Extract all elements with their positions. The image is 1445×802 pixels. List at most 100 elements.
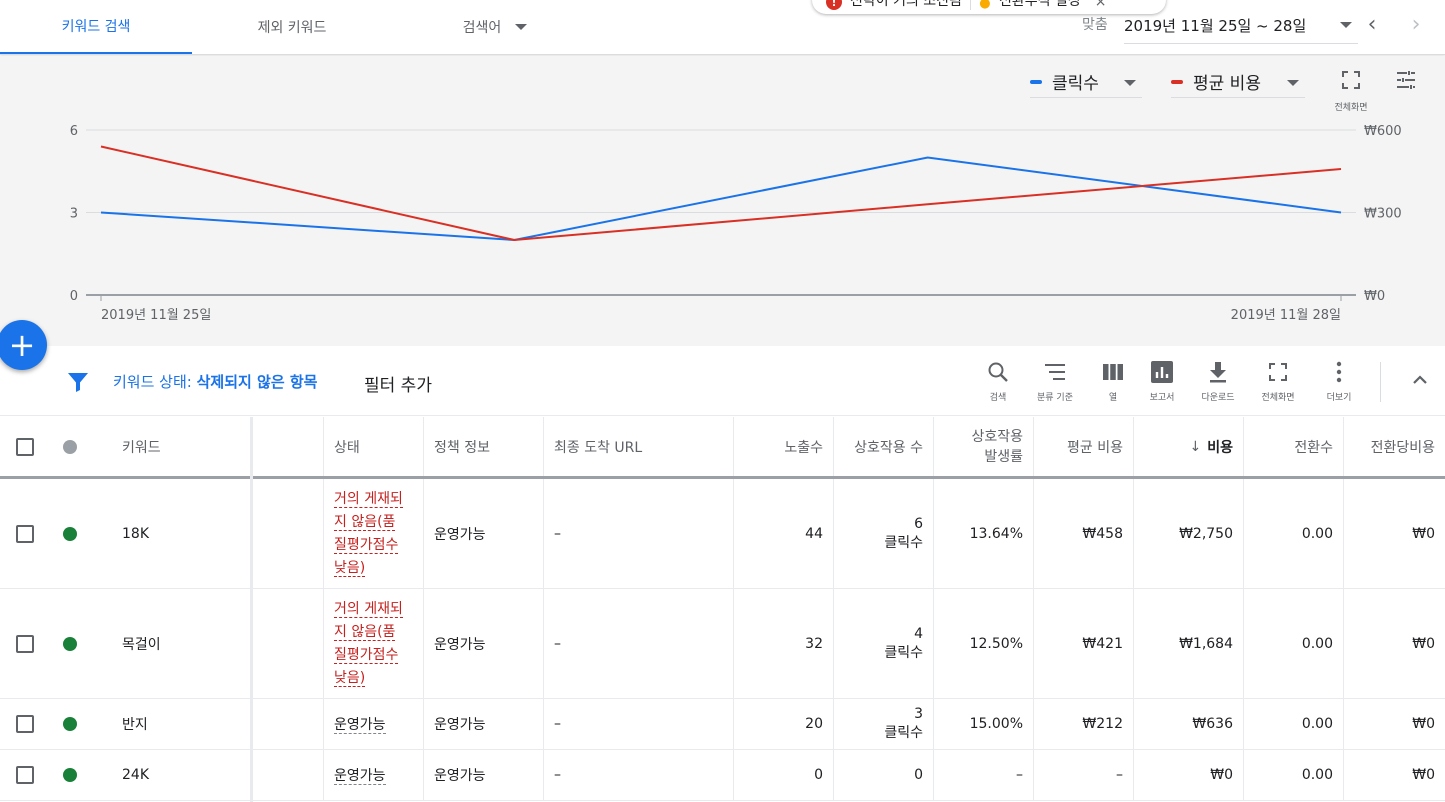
performance-chart: 0 3 6 ₩0 ₩300 ₩600 2019년 11월 25일 2019년 11월 28일 bbox=[70, 124, 1402, 323]
interaction-rate-cell: 15.00% bbox=[934, 699, 1034, 749]
segment-tool-button[interactable]: 분류 기준 bbox=[1027, 360, 1083, 403]
search-tool-button[interactable]: 검색 bbox=[970, 360, 1026, 403]
row-checkbox-cell[interactable] bbox=[0, 699, 50, 749]
keyword-cell[interactable]: 반지 bbox=[112, 699, 250, 749]
col-keyword[interactable]: 키워드 bbox=[112, 417, 250, 476]
row-checkbox-cell[interactable] bbox=[0, 589, 50, 698]
fullscreen-icon[interactable] bbox=[1341, 70, 1361, 90]
interactions-cell: 0 bbox=[834, 750, 934, 800]
col-interactions[interactable]: 상호작용 수 bbox=[834, 417, 934, 476]
status-dot-icon bbox=[63, 439, 77, 454]
active-filter-chip[interactable]: 키워드 상태: 삭제되지 않은 항목 bbox=[113, 371, 317, 392]
col-cost[interactable]: ↓ 비용 bbox=[1134, 417, 1244, 476]
col-policy[interactable]: 정책 정보 bbox=[424, 417, 544, 476]
table-row[interactable]: 반지 운영가능 운영가능 –20 3 클릭수 15.00% ₩212 ₩636 0.00 ₩0 bbox=[0, 699, 1445, 750]
close-icon[interactable]: × bbox=[1095, 0, 1107, 10]
keyword-cell[interactable]: 18K bbox=[112, 479, 250, 588]
table-row[interactable]: 18K 거의 게재되 지 않음(품 질평가점수 낮음) 운영가능 –44 6 클릭수 13.64%… bbox=[0, 479, 1445, 589]
keyword-cell[interactable]: 목걸이 bbox=[112, 589, 250, 698]
status-cell[interactable]: 운영가능 bbox=[324, 750, 424, 800]
status-text[interactable]: 운영가능 bbox=[334, 714, 386, 734]
row-status-dot bbox=[50, 750, 90, 800]
status-text[interactable]: 운영가능 bbox=[334, 765, 386, 785]
status-line: 거의 게재되 bbox=[334, 600, 403, 618]
conversions-cell: 0.00 bbox=[1244, 479, 1344, 588]
col-avg-cost[interactable]: 평균 비용 bbox=[1034, 417, 1134, 476]
status-cell[interactable]: 거의 게재되 지 않음(품 질평가점수 낮음) bbox=[324, 479, 424, 588]
chevron-down-icon bbox=[1287, 80, 1299, 86]
table-row[interactable]: 24K 운영가능 운영가능 –0 0– – ₩0 0.00 ₩0 bbox=[0, 750, 1445, 801]
x-tick-label: 2019년 11월 25일 bbox=[101, 308, 211, 323]
status-line: 낮음) bbox=[334, 669, 366, 687]
chevron-up-icon[interactable] bbox=[1408, 368, 1432, 392]
status-line: 낮음) bbox=[334, 559, 366, 577]
spacer-cell bbox=[253, 699, 324, 749]
col-final-url[interactable]: 최종 도착 URL bbox=[544, 417, 734, 476]
tab-keyword-search[interactable]: 키워드 검색 bbox=[0, 0, 192, 54]
impressions-cell: 20 bbox=[734, 699, 834, 749]
col-interaction-rate[interactable]: 상호작용 발생률 bbox=[934, 417, 1034, 476]
avg-cost-cell: ₩458 bbox=[1034, 479, 1134, 588]
interaction-rate-cell: – bbox=[934, 750, 1034, 800]
metric-selector-avg-cost[interactable]: 평균 비용 bbox=[1171, 66, 1305, 98]
col-impressions[interactable]: 노출수 bbox=[734, 417, 834, 476]
interactions-cell: 3 클릭수 bbox=[834, 699, 934, 749]
sort-descending-icon: ↓ bbox=[1189, 438, 1202, 455]
status-cell[interactable]: 운영가능 bbox=[324, 699, 424, 749]
checkbox[interactable] bbox=[16, 437, 34, 456]
series-line-clicks bbox=[100, 156, 1342, 242]
chevron-down-icon bbox=[1340, 22, 1352, 28]
row-checkbox-cell[interactable] bbox=[0, 479, 50, 588]
tab-search-terms[interactable]: 검색어 bbox=[440, 0, 550, 54]
tab-negative-keywords[interactable]: 제외 키워드 bbox=[192, 0, 392, 54]
row-status-dot bbox=[50, 699, 90, 749]
reports-tool-button[interactable]: 보고서 bbox=[1134, 360, 1190, 403]
col-conversions[interactable]: 전환수 bbox=[1244, 417, 1344, 476]
checkbox[interactable] bbox=[16, 634, 34, 653]
tune-icon[interactable] bbox=[1394, 68, 1418, 92]
col-status[interactable]: 상태 bbox=[324, 417, 424, 476]
avg-cost-cell: ₩212 bbox=[1034, 699, 1134, 749]
performance-chart-panel: 0 3 6 ₩0 ₩300 ₩600 2019년 11월 25일 2019년 11월 28일 … bbox=[0, 56, 1445, 346]
prev-period-button[interactable]: ‹ bbox=[1360, 12, 1384, 37]
date-range-select[interactable]: 2019년 11월 25일 ~ 28일 bbox=[1124, 8, 1358, 44]
y-left-tick-label: 6 bbox=[70, 124, 78, 139]
impressions-cell: 0 bbox=[734, 750, 834, 800]
policy-cell: 운영가능 bbox=[424, 479, 544, 588]
col-spacer bbox=[253, 417, 324, 476]
chip-divider bbox=[969, 0, 971, 10]
table-row[interactable]: 목걸이 거의 게재되 지 않음(품 질평가점수 낮음) 운영가능 –32 4 클릭수 12.50%… bbox=[0, 589, 1445, 699]
col-cost-label: 비용 bbox=[1207, 439, 1233, 456]
keyword-text: 18K bbox=[122, 525, 149, 542]
interactions-cell: 6 클릭수 bbox=[834, 479, 934, 588]
row-checkbox-cell[interactable] bbox=[0, 750, 50, 800]
notification-text-1: 전략이 거의 조진됨 bbox=[850, 0, 962, 9]
columns-tool-button[interactable]: 열 bbox=[1085, 360, 1141, 403]
col-cost-per-conv[interactable]: 전환당비용 bbox=[1344, 417, 1445, 476]
download-tool-button[interactable]: 다운로드 bbox=[1190, 360, 1246, 403]
fullscreen-tool-button[interactable]: 전체화면 bbox=[1250, 360, 1306, 403]
notification-chip[interactable]: ! 전략이 거의 조진됨 ● 전환추적 설정 × bbox=[812, 0, 1166, 14]
status-text-limited[interactable]: 거의 게재되 지 않음(품 질평가점수 낮음) bbox=[334, 598, 403, 690]
checkbox[interactable] bbox=[16, 715, 34, 733]
status-text-limited[interactable]: 거의 게재되 지 않음(품 질평가점수 낮음) bbox=[334, 488, 403, 580]
more-tool-button[interactable]: 더보기 bbox=[1311, 360, 1367, 403]
status-cell[interactable]: 거의 게재되 지 않음(품 질평가점수 낮음) bbox=[324, 589, 424, 698]
y-right-tick-label: ₩0 bbox=[1364, 289, 1385, 304]
impressions-cell: 32 bbox=[734, 589, 834, 698]
keyword-cell[interactable]: 24K bbox=[112, 750, 250, 800]
metric-selector-clicks[interactable]: 클릭수 bbox=[1030, 66, 1142, 98]
spacer-cell bbox=[253, 589, 324, 698]
checkbox[interactable] bbox=[16, 524, 34, 543]
table-header: 키워드 상태 정책 정보 최종 도착 URL 노출수 상호작용 수 상호작용 발… bbox=[0, 417, 1445, 479]
x-tick-label: 2019년 11월 28일 bbox=[1231, 308, 1341, 323]
series-color-swatch bbox=[1030, 79, 1042, 84]
checkbox[interactable] bbox=[16, 766, 34, 784]
plus-icon: + bbox=[8, 326, 36, 364]
next-period-button[interactable]: › bbox=[1404, 12, 1428, 37]
select-all-checkbox[interactable] bbox=[0, 417, 50, 476]
add-filter-button[interactable]: 필터 추가 bbox=[364, 371, 432, 396]
row-status-dot bbox=[50, 589, 90, 698]
y-right-tick-label: ₩600 bbox=[1364, 124, 1402, 139]
filter-icon[interactable] bbox=[66, 370, 90, 394]
